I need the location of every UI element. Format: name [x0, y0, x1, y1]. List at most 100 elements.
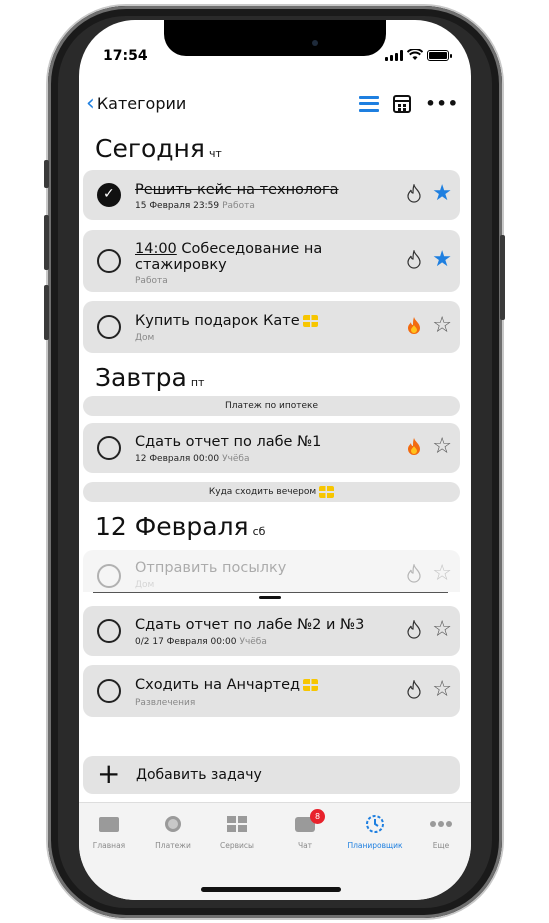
tab-chat[interactable]: 8 Чат — [275, 809, 335, 850]
fire-outline-icon[interactable] — [406, 618, 422, 645]
list-view-icon[interactable] — [359, 95, 380, 112]
tab-label: Платежи — [155, 841, 191, 850]
task-title: 14:00 Собеседование на стажировку — [135, 241, 323, 273]
nav-bar: ‹ Категории ••• — [79, 90, 471, 122]
tab-services[interactable]: Сервисы — [207, 815, 267, 850]
task-checkbox[interactable] — [97, 619, 121, 643]
star-outline-icon[interactable]: ☆ — [432, 563, 452, 585]
task-card[interactable]: Решить кейс на технолога 15 Февраля 23:5… — [83, 170, 460, 220]
more-options-icon[interactable]: ••• — [425, 94, 459, 113]
task-checkbox[interactable] — [97, 679, 121, 703]
task-card[interactable]: Купить подарок Кате Дом ☆ — [83, 301, 460, 353]
task-meta: Работа — [135, 276, 168, 286]
weekday-label: сб — [252, 525, 266, 538]
tab-label: Еще — [432, 841, 450, 850]
star-filled-icon[interactable]: ★ — [432, 249, 452, 271]
signal-icon — [385, 49, 403, 61]
star-outline-icon[interactable]: ☆ — [432, 619, 452, 641]
more-icon — [411, 815, 471, 833]
star-outline-icon[interactable]: ☆ — [432, 436, 452, 458]
task-card[interactable]: 14:00 Собеседование на стажировку Работа… — [83, 230, 460, 292]
task-title: Сходить на Анчартед — [135, 677, 319, 693]
home-indicator — [201, 887, 341, 892]
camera-icon — [312, 40, 318, 46]
app-screen: 17:54 ‹ Категории ••• Сегоднячт Решить к… — [79, 20, 471, 900]
task-meta: 15 Февраля 23:59 Работа — [135, 201, 255, 211]
star-filled-icon[interactable]: ★ — [432, 183, 452, 205]
drop-indicator — [93, 592, 448, 593]
weekday-label: чт — [208, 147, 222, 160]
task-checkbox[interactable] — [97, 564, 121, 588]
calendar-icon[interactable] — [393, 94, 412, 113]
fire-outline-icon[interactable] — [406, 562, 422, 589]
tab-more[interactable]: Еще — [411, 815, 471, 850]
event-label: Платеж по ипотеке — [224, 401, 319, 411]
volume-down-button — [44, 285, 49, 340]
note-icon — [303, 679, 319, 691]
wifi-icon — [407, 49, 423, 60]
chat-badge: 8 — [310, 809, 325, 824]
task-title: Сдать отчет по лабе №1 — [135, 434, 322, 450]
status-icons — [385, 49, 452, 61]
fire-icon[interactable] — [406, 316, 422, 341]
task-meta: Развлечения — [135, 698, 196, 708]
tab-planner[interactable]: Планировщик — [345, 815, 405, 850]
tab-bar: Главная Платежи Сервисы 8 Чат Планировщи… — [79, 802, 471, 900]
star-outline-icon[interactable]: ☆ — [432, 315, 452, 337]
note-icon — [319, 485, 335, 498]
task-card-dragging[interactable]: Отправить посылку Дом ☆ — [83, 550, 460, 592]
tab-payments[interactable]: Платежи — [143, 815, 203, 850]
task-checkbox[interactable] — [97, 315, 121, 339]
battery-icon — [427, 49, 452, 61]
task-checkbox[interactable] — [97, 436, 121, 460]
task-card[interactable]: Сдать отчет по лабе №1 12 Февраля 00:00 У… — [83, 423, 460, 473]
task-title: Сдать отчет по лабе №2 и №3 — [135, 617, 365, 633]
planner-icon — [345, 815, 405, 833]
event-label: Куда сходить вечером — [208, 487, 317, 497]
card-icon — [79, 815, 139, 833]
event-pill[interactable]: Куда сходить вечером — [83, 482, 460, 502]
notch — [164, 20, 386, 56]
volume-up-button — [44, 215, 49, 270]
star-outline-icon[interactable]: ☆ — [432, 679, 452, 701]
status-time: 17:54 — [103, 48, 148, 64]
add-task-label: Добавить задачу — [136, 767, 262, 783]
weekday-label: пт — [190, 376, 205, 389]
fire-outline-icon[interactable] — [406, 678, 422, 705]
fire-icon[interactable] — [406, 437, 422, 462]
task-checkbox[interactable] — [97, 249, 121, 273]
circle-icon — [143, 815, 203, 833]
tab-label: Главная — [92, 841, 126, 850]
fire-outline-icon[interactable] — [406, 182, 422, 209]
nav-actions: ••• — [359, 94, 459, 113]
task-card[interactable]: Сходить на Анчартед Развлечения ☆ — [83, 665, 460, 717]
tab-home[interactable]: Главная — [79, 815, 139, 850]
chevron-left-icon: ‹ — [86, 90, 95, 116]
section-title-today: Сегодня чт — [95, 134, 222, 163]
section-title-feb12: 12 Февраля сб — [95, 512, 266, 541]
back-button[interactable]: ‹ Категории — [86, 90, 187, 116]
task-checkbox-checked[interactable] — [97, 183, 121, 207]
back-label: Категории — [96, 94, 187, 113]
note-icon — [302, 315, 318, 327]
section-title-tomorrow: Завтра пт — [95, 363, 205, 392]
plus-icon: + — [97, 757, 121, 790]
tab-label: Сервисы — [220, 841, 254, 850]
task-title: Купить подарок Кате — [135, 313, 318, 329]
mute-switch — [44, 160, 49, 188]
tab-label: Чат — [297, 841, 313, 850]
tab-label: Планировщик — [347, 841, 403, 850]
task-title: Отправить посылку — [135, 560, 287, 576]
chat-icon — [275, 815, 335, 833]
add-task-button[interactable]: + Добавить задачу — [83, 756, 460, 794]
task-meta: 0/2 17 Февраля 00:00 Учёба — [135, 637, 267, 647]
task-meta: Дом — [135, 580, 155, 590]
fire-outline-icon[interactable] — [406, 248, 422, 275]
task-card[interactable]: Сдать отчет по лабе №2 и №3 0/2 17 Февра… — [83, 606, 460, 656]
task-meta: 12 Февраля 00:00 Учёба — [135, 454, 250, 464]
task-title: Решить кейс на технолога — [135, 182, 339, 198]
event-pill[interactable]: Платеж по ипотеке — [83, 396, 460, 416]
task-meta: Дом — [135, 333, 155, 343]
drag-handle[interactable] — [259, 596, 281, 599]
power-button — [500, 235, 505, 320]
